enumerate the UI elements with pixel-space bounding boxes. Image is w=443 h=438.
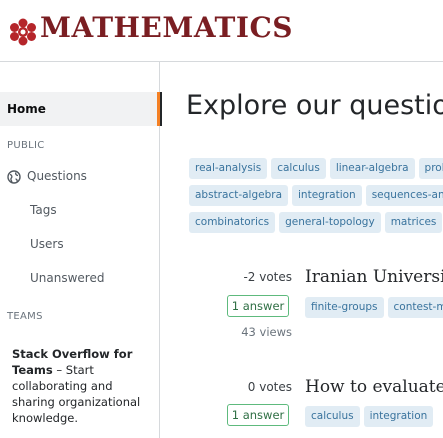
tag[interactable]: finite-groups — [305, 297, 384, 318]
tag[interactable]: sequences-and-series — [365, 185, 443, 206]
vote-count: -2 votes — [243, 270, 292, 284]
tag[interactable]: integration — [363, 406, 434, 427]
sidebar-item-unanswered[interactable]: Unanswered — [30, 271, 104, 285]
section-label-teams: TEAMS — [7, 311, 43, 322]
tag[interactable]: calculus — [271, 158, 326, 179]
teams-dash: – Start — [52, 363, 94, 377]
logo-icon[interactable] — [9, 18, 37, 46]
tag[interactable]: abstract-algebra — [189, 185, 289, 206]
view-count: 43 views — [241, 325, 292, 339]
teams-body: collaborating and sharing organizational… — [12, 379, 141, 425]
site-header: MATHEMATICS — [0, 0, 443, 62]
question-tags: calculus integration — [305, 406, 437, 427]
tag-row-2: abstract-algebraintegrationsequences-and… — [189, 185, 443, 206]
page-title: Explore our questions — [186, 90, 443, 121]
tag[interactable]: matrices — [384, 212, 443, 233]
globe-icon — [7, 170, 21, 184]
title-divider — [160, 92, 162, 126]
site-name[interactable]: MATHEMATICS — [40, 11, 293, 44]
sidebar-item-users[interactable]: Users — [30, 237, 64, 251]
tag[interactable]: combinatorics — [189, 212, 276, 233]
sidebar-item-questions[interactable]: Questions — [27, 169, 87, 183]
tag-row-1: real-analysiscalculuslinear-algebraproba… — [189, 158, 443, 179]
main-content: Explore our questions real-analysiscalcu… — [160, 62, 443, 438]
question-title[interactable]: Iranian University — [305, 267, 443, 287]
tag[interactable]: contest-math — [387, 297, 443, 318]
answer-count-badge: 1 answer — [227, 295, 289, 317]
section-label-public: PUBLIC — [7, 140, 45, 151]
tag[interactable]: real-analysis — [189, 158, 268, 179]
tag-row-3: combinatorics general-topology matrices — [189, 212, 443, 233]
tag[interactable]: integration — [292, 185, 362, 206]
tag[interactable]: calculus — [305, 406, 360, 427]
sidebar-item-home[interactable]: Home — [0, 92, 160, 126]
tag[interactable]: general-topology — [279, 212, 381, 233]
tag[interactable]: probability — [418, 158, 443, 179]
question-title[interactable]: How to evaluate th — [305, 377, 443, 397]
sidebar-item-tags[interactable]: Tags — [30, 203, 57, 217]
answer-count-badge: 1 answer — [227, 404, 289, 426]
vote-count: 0 votes — [247, 380, 292, 394]
teams-promo: Stack Overflow for Teams – Start collabo… — [0, 340, 160, 438]
tag[interactable]: linear-algebra — [329, 158, 415, 179]
question-tags: finite-groupscontest-math — [305, 297, 443, 318]
left-sidebar: Home PUBLIC Questions Tags Users Unanswe… — [0, 62, 160, 438]
